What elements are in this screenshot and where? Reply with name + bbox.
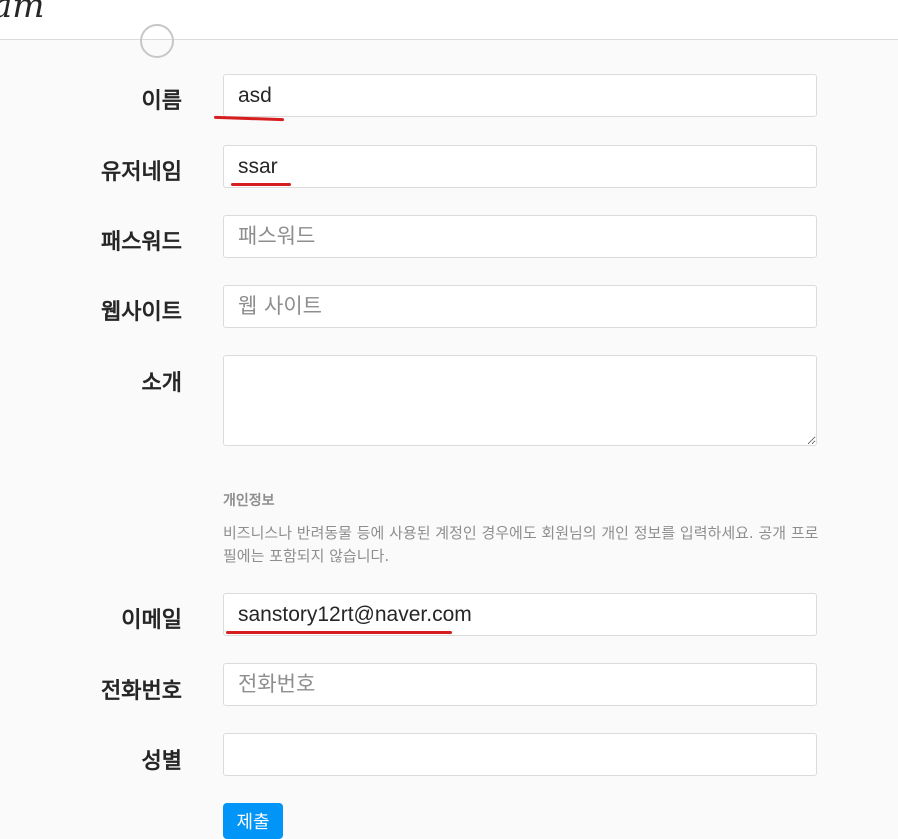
username-label: 유저네임	[101, 160, 182, 185]
gender-label: 성별	[141, 749, 182, 774]
email-input[interactable]	[223, 593, 817, 636]
bio-textarea[interactable]	[223, 355, 817, 446]
avatar[interactable]	[140, 24, 174, 58]
password-label: 패스워드	[101, 230, 182, 255]
website-label: 웹사이트	[101, 300, 182, 325]
email-label: 이메일	[121, 608, 182, 633]
top-header: am	[0, 0, 898, 40]
username-input[interactable]	[223, 145, 817, 188]
website-input[interactable]	[223, 285, 817, 328]
bio-label: 소개	[141, 371, 182, 396]
personal-info-title: 개인정보	[223, 493, 275, 509]
red-underline-annotation	[226, 631, 452, 634]
password-input[interactable]	[223, 215, 817, 258]
red-underline-annotation	[231, 183, 291, 186]
name-input[interactable]	[223, 74, 817, 117]
name-label: 이름	[141, 89, 182, 114]
gender-input[interactable]	[223, 733, 817, 776]
submit-button[interactable]: 제출	[223, 803, 283, 839]
phone-label: 전화번호	[101, 679, 182, 704]
phone-input[interactable]	[223, 663, 817, 706]
app-logo[interactable]: am	[0, 0, 45, 26]
personal-info-description: 비즈니스나 반려동물 등에 사용된 계정인 경우에도 회원님의 개인 정보를 입…	[223, 524, 819, 565]
